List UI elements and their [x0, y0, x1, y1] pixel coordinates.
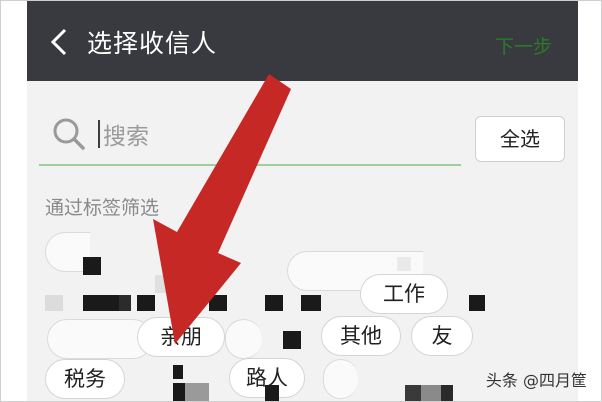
screenshot-frame: 选择收信人 下一步 搜索 全选 通过标签筛选 工作 亲朋 其他 友 税务 路人	[0, 0, 602, 402]
app-screen: 选择收信人 下一步 搜索 全选 通过标签筛选 工作 亲朋 其他 友 税务 路人	[27, 1, 578, 401]
red-arrow-annotation	[153, 74, 291, 344]
watermark: 头条 @四月筐	[485, 371, 587, 390]
